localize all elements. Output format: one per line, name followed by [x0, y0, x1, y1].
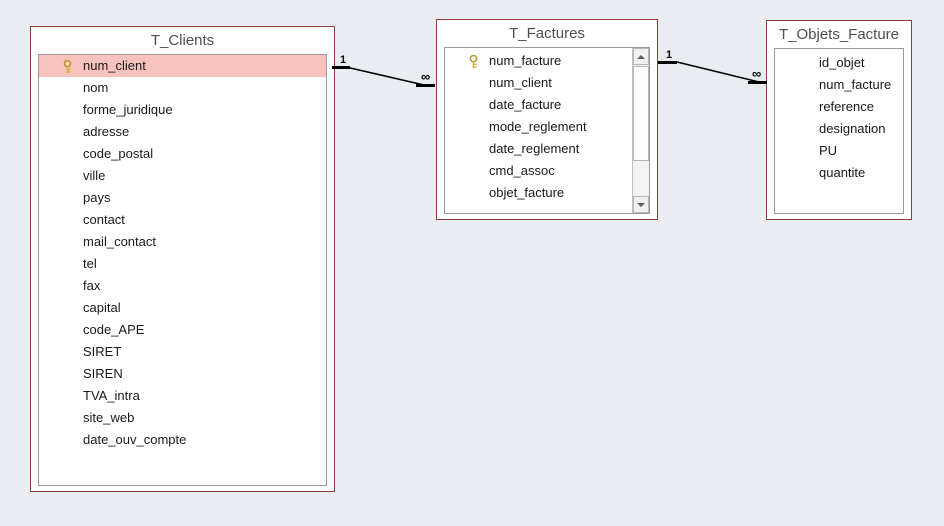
field-row-nom[interactable]: nom	[39, 77, 326, 99]
entity-table-t-clients[interactable]: T_Clients num_client nom forme_juridique…	[30, 26, 335, 492]
field-name: adresse	[83, 124, 130, 139]
relationship-endpoint-many-factures	[416, 84, 435, 87]
field-name: forme_juridique	[83, 102, 173, 117]
field-row-quantite[interactable]: quantite	[775, 162, 903, 184]
field-row-id-objet[interactable]: id_objet	[775, 52, 903, 74]
field-name: num_facture	[819, 77, 892, 92]
chevron-down-icon	[637, 202, 645, 207]
field-row-site-web[interactable]: site_web	[39, 407, 326, 429]
field-row-tel[interactable]: tel	[39, 253, 326, 275]
entity-title-t-objets-facture: T_Objets_Facture	[778, 26, 900, 43]
field-list-t-clients[interactable]: num_client nom forme_juridique adresse c…	[38, 54, 327, 486]
field-list-t-factures[interactable]: num_facture num_client date_facture mode…	[444, 47, 650, 214]
field-row-mode-reglement[interactable]: mode_reglement	[445, 116, 649, 138]
field-row-siret[interactable]: SIRET	[39, 341, 326, 363]
field-name: date_ouv_compte	[83, 432, 187, 447]
relationships-canvas: 1 ∞ 1 ∞ T_Clients num_client nom forme_j…	[0, 0, 944, 526]
vertical-scrollbar-t-factures[interactable]	[632, 48, 649, 213]
field-name: site_web	[83, 410, 135, 425]
field-row-siren[interactable]: SIREN	[39, 363, 326, 385]
field-rows-t-clients: num_client nom forme_juridique adresse c…	[39, 55, 326, 451]
field-name: num_client	[83, 58, 146, 73]
field-list-t-objets-facture[interactable]: id_objet num_facture reference designati…	[774, 48, 904, 214]
field-name: num_client	[489, 75, 552, 90]
key-icon	[61, 59, 74, 74]
scrollbar-thumb[interactable]	[633, 66, 649, 161]
field-name: SIRET	[83, 344, 122, 359]
field-row-num-client[interactable]: num_client	[445, 72, 649, 94]
entity-title-t-factures: T_Factures	[509, 25, 585, 42]
field-name: nom	[83, 80, 109, 95]
field-row-reference[interactable]: reference	[775, 96, 903, 118]
field-name: num_facture	[489, 53, 562, 68]
field-name: mode_reglement	[489, 119, 587, 134]
field-name: date_facture	[489, 97, 562, 112]
scrollbar-down-button[interactable]	[633, 196, 649, 213]
entity-table-t-objets-facture[interactable]: T_Objets_Facture id_objet num_facture re…	[766, 20, 912, 220]
field-row-code-postal[interactable]: code_postal	[39, 143, 326, 165]
field-name: SIREN	[83, 366, 123, 381]
relationship-cardinality-many-objets: ∞	[752, 66, 761, 81]
field-row-code-ape[interactable]: code_APE	[39, 319, 326, 341]
field-row-pays[interactable]: pays	[39, 187, 326, 209]
key-icon	[467, 54, 480, 69]
relationship-cardinality-many-factures: ∞	[421, 69, 430, 84]
field-name: quantite	[819, 165, 866, 180]
field-name: id_objet	[819, 55, 865, 70]
field-name: tel	[83, 256, 97, 271]
field-row-adresse[interactable]: adresse	[39, 121, 326, 143]
field-name: code_postal	[83, 146, 154, 161]
scrollbar-up-button[interactable]	[633, 48, 649, 65]
field-name: objet_facture	[489, 185, 565, 200]
relationship-endpoint-one-clients	[332, 66, 350, 69]
field-row-num-facture[interactable]: num_facture	[445, 50, 649, 72]
field-row-fax[interactable]: fax	[39, 275, 326, 297]
field-name: mail_contact	[83, 234, 156, 249]
field-row-contact[interactable]: contact	[39, 209, 326, 231]
field-row-pu[interactable]: PU	[775, 140, 903, 162]
field-name: ville	[83, 168, 106, 183]
field-row-capital[interactable]: capital	[39, 297, 326, 319]
entity-table-t-factures[interactable]: T_Factures num_facture num_client date_f…	[436, 19, 658, 220]
field-row-designation[interactable]: designation	[775, 118, 903, 140]
field-name: pays	[83, 190, 111, 205]
field-name: reference	[819, 99, 874, 114]
relationship-cardinality-one-factures: 1	[666, 49, 673, 61]
field-row-num-facture[interactable]: num_facture	[775, 74, 903, 96]
field-row-mail-contact[interactable]: mail_contact	[39, 231, 326, 253]
field-row-date-facture[interactable]: date_facture	[445, 94, 649, 116]
field-name: PU	[819, 143, 838, 158]
field-name: capital	[83, 300, 121, 315]
field-row-cmd-assoc[interactable]: cmd_assoc	[445, 160, 649, 182]
field-name: contact	[83, 212, 125, 227]
field-rows-t-factures: num_facture num_client date_facture mode…	[445, 48, 649, 204]
relationship-cardinality-one-clients: 1	[340, 54, 347, 66]
field-row-num-client[interactable]: num_client	[39, 55, 326, 77]
field-name: code_APE	[83, 322, 145, 337]
relationship-endpoint-one-factures	[658, 61, 677, 64]
field-row-forme-juridique[interactable]: forme_juridique	[39, 99, 326, 121]
field-name: cmd_assoc	[489, 163, 555, 178]
field-name: fax	[83, 278, 101, 293]
relationship-endpoint-many-objets	[748, 81, 767, 84]
field-row-ville[interactable]: ville	[39, 165, 326, 187]
entity-title-t-clients: T_Clients	[150, 32, 215, 49]
field-name: designation	[819, 121, 886, 136]
field-row-objet-facture[interactable]: objet_facture	[445, 182, 649, 204]
field-rows-t-objets-facture: id_objet num_facture reference designati…	[775, 49, 903, 184]
field-row-date-reglement[interactable]: date_reglement	[445, 138, 649, 160]
field-row-tva-intra[interactable]: TVA_intra	[39, 385, 326, 407]
field-name: date_reglement	[489, 141, 580, 156]
chevron-up-icon	[637, 54, 645, 59]
field-row-date-ouv-compte[interactable]: date_ouv_compte	[39, 429, 326, 451]
field-name: TVA_intra	[83, 388, 140, 403]
